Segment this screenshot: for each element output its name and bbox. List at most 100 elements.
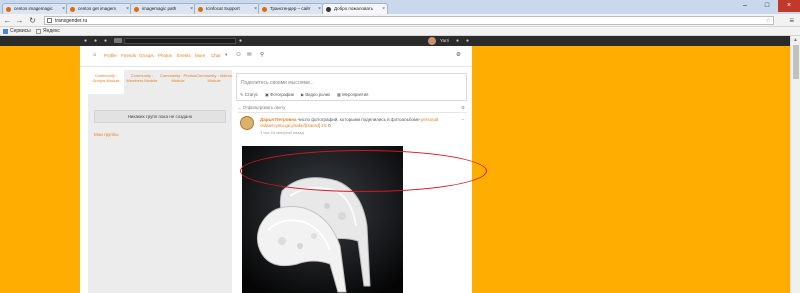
shared-photo[interactable] xyxy=(242,146,403,293)
activity-counter: 0 xyxy=(328,123,331,128)
back-icon[interactable]: ← xyxy=(3,16,12,25)
settings-icon[interactable]: ● xyxy=(456,38,459,44)
mail-icon[interactable]: ✉ xyxy=(247,52,252,58)
browser-tab[interactable]: Трансгендер – сайт × xyxy=(258,3,324,14)
bookmark-label: Сервисы xyxy=(10,28,31,34)
bookmark-services[interactable]: Сервисы xyxy=(3,27,31,35)
tab-title: centos imagemagic xyxy=(14,6,53,11)
tab-favicon-icon xyxy=(70,7,75,12)
tab-favicon-icon xyxy=(134,7,139,12)
username[interactable]: Yarri xyxy=(440,38,449,43)
tab-videos-module[interactable]: Community : Videos Module xyxy=(196,70,232,94)
browser-menu-icon[interactable]: ≡ xyxy=(789,16,794,25)
site-search-input[interactable] xyxy=(124,38,236,44)
browser-tab[interactable]: centos imagemagic × xyxy=(2,3,68,14)
page-icon xyxy=(36,28,41,34)
tab-title: Добро пожаловать xyxy=(334,6,374,11)
events-action[interactable]: ▦ Мероприятия xyxy=(337,92,368,97)
bookmarks-bar: Сервисы Яндекс xyxy=(0,27,800,36)
search-icon[interactable]: ● xyxy=(239,38,242,44)
close-tab-icon[interactable]: × xyxy=(318,4,321,14)
close-tab-icon[interactable]: × xyxy=(254,4,257,14)
video-action[interactable]: ▶ Видео ролик xyxy=(301,92,330,97)
tab-photos-module[interactable]: Community : Photos Module xyxy=(160,70,196,94)
apps-icon xyxy=(3,28,8,34)
status-input[interactable]: Поделитесь своими мыслями... xyxy=(241,80,314,86)
minimize-icon[interactable]: – xyxy=(734,0,756,12)
site-topbar: ● ● ● ● Yarri ● ● xyxy=(0,36,790,46)
nav-profile[interactable]: Profile xyxy=(104,53,117,58)
logout-icon[interactable]: ● xyxy=(466,38,469,44)
notifications-icon[interactable]: ● xyxy=(94,38,97,44)
my-groups-link[interactable]: Мои группы xyxy=(94,132,119,137)
sidebar-modules: Community : Groups Module Community : Me… xyxy=(88,70,232,293)
close-tab-icon[interactable]: × xyxy=(62,4,65,14)
reload-icon[interactable]: ↻ xyxy=(28,16,37,25)
nav-groups[interactable]: Groups xyxy=(139,53,154,58)
nav-events[interactable]: Events xyxy=(177,53,191,58)
action-label: Мероприятия xyxy=(342,92,369,97)
chevron-down-icon[interactable]: ⌄ xyxy=(461,116,465,122)
action-label: Статус xyxy=(244,92,258,97)
tab-favicon-icon xyxy=(6,7,11,12)
messages-icon[interactable]: ● xyxy=(104,38,107,44)
maximize-icon[interactable]: □ xyxy=(756,0,778,12)
tab-groups-module[interactable]: Community : Groups Module xyxy=(88,70,124,94)
empty-groups-message: Никаких групп пока не создано xyxy=(94,110,226,123)
tab-members-module[interactable]: Community : Members Module xyxy=(124,70,160,94)
album-link[interactable]: personal xyxy=(421,117,438,122)
tab-favicon-icon xyxy=(262,7,267,12)
forward-icon[interactable]: → xyxy=(15,16,24,25)
page-scrollbar[interactable]: ▲ xyxy=(790,36,800,293)
friends-icon[interactable]: ⚇ xyxy=(236,52,241,58)
album-path-link[interactable]: onlaie/cyetu.ga.jmake/)tsaerd[ 1S xyxy=(260,123,327,128)
nav-friends[interactable]: Friends xyxy=(121,53,136,58)
close-tab-icon[interactable]: × xyxy=(382,4,385,14)
close-tab-icon[interactable]: × xyxy=(190,4,193,14)
action-label: Фотографии xyxy=(270,92,294,97)
bookmark-yandex[interactable]: Яндекс xyxy=(36,27,60,35)
tab-title: imagemagic path xyxy=(142,6,177,11)
tab-favicon-icon xyxy=(198,7,203,12)
browser-tab[interactable]: Icinfocat Support × xyxy=(194,3,260,14)
chevron-down-icon: ⌄ xyxy=(238,105,242,110)
tab-title: Icinfocat Support xyxy=(206,6,240,11)
close-window-icon[interactable]: × xyxy=(778,0,800,12)
page-icon xyxy=(47,18,52,23)
gear-icon[interactable]: ⚙ xyxy=(456,52,461,58)
theme-icon[interactable]: ◐ xyxy=(225,52,228,58)
activity-time: 1 час 15 минутой назад xyxy=(260,130,304,135)
bookmark-star-icon[interactable]: ☆ xyxy=(766,17,771,25)
nav-photos[interactable]: Photos xyxy=(158,53,172,58)
scroll-thumb[interactable] xyxy=(793,45,799,79)
status-composer: Поделитесь своими мыслями... ✎ Статус ▣ … xyxy=(236,73,467,101)
feed-filter-label: Отфильтровать ленту xyxy=(242,105,286,110)
window-controls: – □ × xyxy=(734,0,800,12)
status-action[interactable]: ✎ Статус xyxy=(240,92,258,97)
feed-filter[interactable]: ⌄ Отфильтровать ленту ⚙ xyxy=(238,105,467,113)
address-bar[interactable]: transgender.ru ☆ xyxy=(44,16,774,25)
tab-title: centos get imagem xyxy=(78,6,117,11)
close-tab-icon[interactable]: × xyxy=(126,4,129,14)
activity-author[interactable]: Дарья Петровна xyxy=(260,117,296,122)
browser-tab[interactable]: imagemagic path × xyxy=(130,3,196,14)
menu-icon[interactable] xyxy=(114,38,122,43)
main-nav: ⌂ Profile Friends Groups Photos Events M… xyxy=(80,46,472,67)
tab-title: Трансгендер – сайт xyxy=(270,6,311,11)
home-icon[interactable]: ● xyxy=(84,38,87,44)
search-icon[interactable]: ⚲ xyxy=(260,52,264,58)
gear-icon[interactable]: ⚙ xyxy=(461,105,465,110)
activity-text: Дарья Петровна число фотографий, которым… xyxy=(260,117,456,129)
nav-more[interactable]: More xyxy=(195,53,205,58)
browser-tab-active[interactable]: Добро пожаловать × xyxy=(322,3,388,14)
scroll-up-icon[interactable]: ▲ xyxy=(793,37,798,43)
avatar[interactable] xyxy=(428,37,436,45)
nav-chat[interactable]: Chat xyxy=(211,53,221,58)
activity-description: число фотографий, которыми поделились в … xyxy=(297,117,420,122)
photos-action[interactable]: ▣ Фотографии xyxy=(265,92,294,97)
home-icon[interactable]: ⌂ xyxy=(93,52,96,58)
avatar[interactable] xyxy=(240,116,254,130)
url-text: transgender.ru xyxy=(55,18,88,24)
browser-tab[interactable]: centos get imagem × xyxy=(66,3,132,14)
bookmark-label: Яндекс xyxy=(43,28,60,34)
